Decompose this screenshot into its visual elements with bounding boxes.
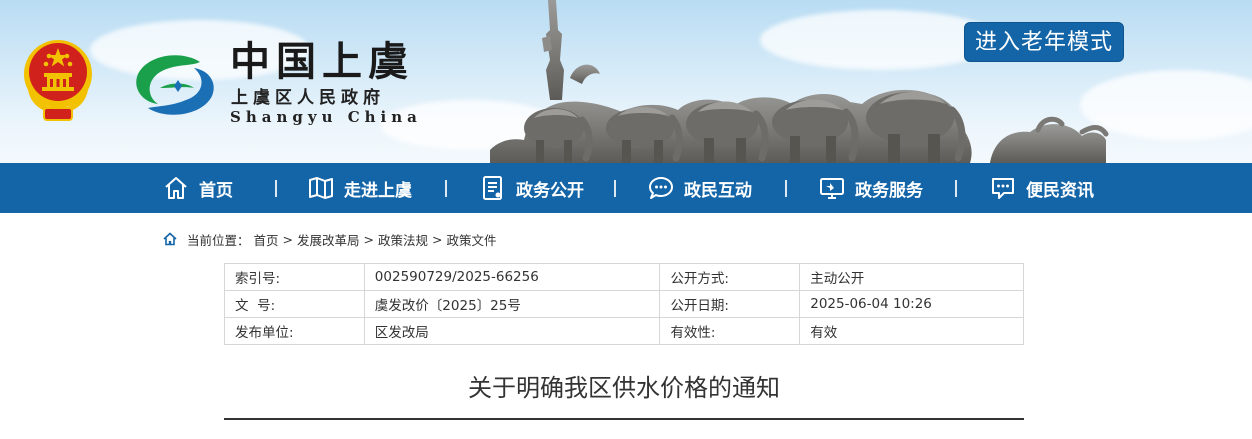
meta-value-doc-number: 虞发改价〔2025〕25号 bbox=[363, 290, 661, 318]
home-icon bbox=[165, 177, 187, 199]
brand-title: 中国上虞 bbox=[230, 38, 414, 85]
chat-icon bbox=[649, 177, 673, 199]
nav-label: 走进上虞 bbox=[344, 180, 412, 201]
nav-item-interaction[interactable]: 政民互动 bbox=[648, 163, 752, 213]
nav-separator bbox=[955, 180, 957, 197]
table-row: 索引号: 002590729/2025-66256 公开方式: 主动公开 bbox=[224, 263, 1024, 291]
nav-item-home[interactable]: 首页 bbox=[163, 163, 233, 213]
nav-separator bbox=[445, 180, 447, 197]
breadcrumb-separator: > bbox=[363, 231, 375, 247]
meta-key-validity: 有效性: bbox=[659, 317, 801, 345]
meta-key-disclosure-method: 公开方式: bbox=[659, 263, 801, 291]
breadcrumb-link-policy-docs[interactable]: 政策文件 bbox=[447, 230, 497, 249]
elder-mode-button[interactable]: 进入老年模式 bbox=[964, 22, 1124, 62]
header-banner: 中国上虞 上虞区人民政府 Shangyu China 进入老年模式 bbox=[0, 0, 1252, 163]
meta-value-publish-date: 2025-06-04 10:26 bbox=[799, 290, 1024, 318]
meta-key-publish-date: 公开日期: bbox=[659, 290, 801, 318]
national-emblem-icon[interactable] bbox=[22, 36, 94, 122]
nav-separator bbox=[614, 180, 616, 197]
brand-subtitle: 上虞区人民政府 bbox=[231, 88, 385, 108]
document-title: 关于明确我区供水价格的通知 bbox=[468, 374, 780, 402]
brand-english: Shangyu China bbox=[230, 108, 422, 126]
nav-label: 便民资讯 bbox=[1026, 180, 1094, 201]
nav-label: 政民互动 bbox=[684, 180, 752, 201]
meta-key-index: 索引号: bbox=[224, 263, 365, 291]
nav-item-gov-affairs[interactable]: 政务公开 bbox=[480, 163, 584, 213]
main-nav: 首页 走进上虞 政务公开 政民互动 政务服务 便民资讯 bbox=[0, 163, 1252, 213]
monitor-icon bbox=[820, 178, 844, 199]
breadcrumb-prefix: 当前位置： bbox=[187, 232, 250, 248]
meta-key-issuer: 发布单位: bbox=[224, 317, 365, 345]
nav-separator bbox=[275, 180, 277, 197]
nav-item-services[interactable]: 政务服务 bbox=[819, 163, 923, 213]
message-icon bbox=[992, 178, 1014, 199]
meta-value-disclosure-method: 主动公开 bbox=[799, 263, 1024, 291]
nav-label: 政务公开 bbox=[516, 180, 584, 201]
breadcrumb-separator: > bbox=[432, 231, 443, 247]
breadcrumb: 当前位置： 首页 > 发展改革局 > 政策法规 > 政策文件 bbox=[163, 229, 501, 249]
table-row: 发布单位: 区发改局 有效性: 有效 bbox=[224, 317, 1024, 345]
breadcrumb-link-ndrc[interactable]: 发展改革局 bbox=[297, 230, 360, 249]
document-icon bbox=[483, 176, 502, 200]
home-icon bbox=[163, 232, 177, 246]
meta-value-index: 002590729/2025-66256 bbox=[363, 263, 661, 291]
nav-item-info[interactable]: 便民资讯 bbox=[990, 163, 1094, 213]
table-row: 文 号: 虞发改价〔2025〕25号 公开日期: 2025-06-04 10:2… bbox=[224, 290, 1024, 318]
breadcrumb-separator: > bbox=[282, 231, 294, 247]
map-icon bbox=[309, 177, 333, 199]
meta-value-issuer: 区发改局 bbox=[363, 317, 661, 345]
title-divider bbox=[224, 418, 1024, 420]
meta-value-validity: 有效 bbox=[799, 317, 1024, 345]
nav-separator bbox=[785, 180, 787, 197]
city-logo-icon[interactable] bbox=[130, 48, 218, 120]
breadcrumb-link-home[interactable]: 首页 bbox=[254, 230, 279, 249]
nav-label: 首页 bbox=[199, 180, 233, 201]
breadcrumb-link-policy[interactable]: 政策法规 bbox=[378, 230, 428, 249]
meta-key-doc-number: 文 号: bbox=[224, 290, 365, 318]
nav-label: 政务服务 bbox=[855, 180, 923, 201]
document-meta-table: 索引号: 002590729/2025-66256 公开方式: 主动公开 文 号… bbox=[224, 263, 1024, 345]
nav-item-about[interactable]: 走进上虞 bbox=[308, 163, 412, 213]
